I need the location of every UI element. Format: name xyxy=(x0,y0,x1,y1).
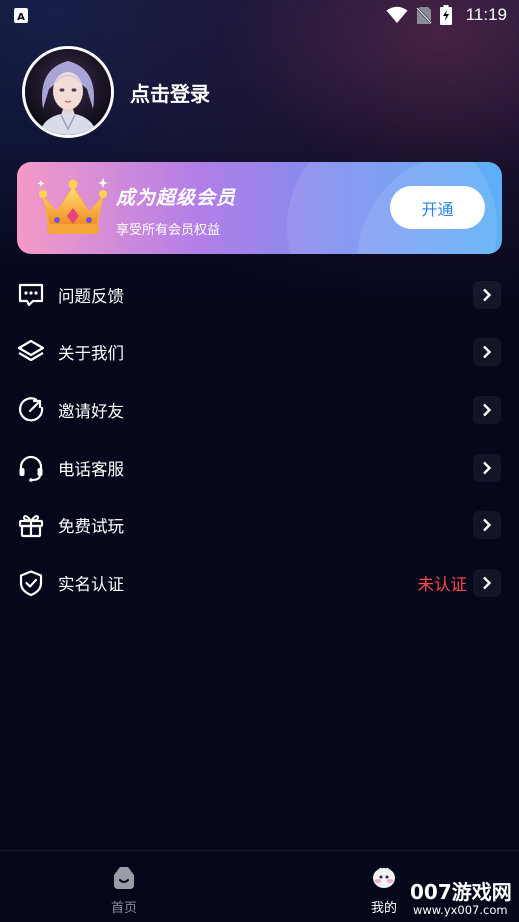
headset-icon xyxy=(17,454,45,482)
menu-item-label: 关于我们 xyxy=(58,344,124,364)
chevron-right-icon xyxy=(473,453,501,482)
chevron-right-icon xyxy=(473,338,501,367)
settings-menu: 问题反馈 关于我们 邀请好友 电话客服 免费试玩 实名认证 未认证 xyxy=(0,266,519,612)
menu-item-free-trial[interactable]: 免费试玩 xyxy=(0,496,519,554)
watermark-logo: 007游戏网 xyxy=(410,880,512,904)
profile-section[interactable]: 点击登录 xyxy=(22,46,210,138)
home-icon xyxy=(114,867,134,889)
profile-mascot-icon xyxy=(373,867,395,888)
menu-item-label: 实名认证 xyxy=(58,574,124,594)
menu-item-label: 电话客服 xyxy=(58,459,124,479)
battery-charging-icon xyxy=(439,5,452,25)
status-time: 11:19 xyxy=(465,5,507,24)
menu-item-label: 问题反馈 xyxy=(58,286,124,306)
menu-item-label: 免费试玩 xyxy=(58,517,124,537)
vip-banner[interactable]: 成为超级会员 享受所有会员权益 开通 xyxy=(17,162,502,254)
crown-icon xyxy=(37,178,108,234)
chevron-right-icon xyxy=(473,511,501,540)
tab-label: 我的 xyxy=(370,901,397,916)
menu-item-invite[interactable]: 邀请好友 xyxy=(0,381,519,439)
vip-open-button[interactable]: 开通 xyxy=(390,186,485,229)
login-prompt[interactable]: 点击登录 xyxy=(130,78,210,107)
gift-icon xyxy=(17,511,45,539)
watermark-url: www.yx007.com xyxy=(413,903,508,917)
chevron-right-icon xyxy=(473,395,501,424)
tab-mine[interactable]: 我的 xyxy=(370,863,398,916)
notification-app-icon: A xyxy=(14,7,28,23)
share-circle-icon xyxy=(17,396,45,424)
vip-subtitle: 享受所有会员权益 xyxy=(116,223,221,238)
chevron-right-icon xyxy=(473,568,501,597)
shield-icon xyxy=(17,569,45,597)
menu-item-feedback[interactable]: 问题反馈 xyxy=(0,266,519,324)
tab-home[interactable]: 首页 xyxy=(110,863,138,916)
verification-status: 未认证 xyxy=(417,574,468,594)
wifi-icon xyxy=(386,6,408,23)
chevron-right-icon xyxy=(473,280,501,309)
avatar[interactable] xyxy=(22,46,114,138)
tab-label: 首页 xyxy=(110,901,137,916)
menu-item-real-name-verification[interactable]: 实名认证 未认证 xyxy=(0,554,519,612)
layers-icon xyxy=(17,338,45,366)
menu-item-label: 邀请好友 xyxy=(58,401,124,421)
vip-title: 成为超级会员 xyxy=(116,187,237,209)
chat-icon xyxy=(17,281,45,309)
status-bar: A 11:19 xyxy=(0,0,519,30)
no-sim-icon xyxy=(415,6,432,24)
menu-item-phone-support[interactable]: 电话客服 xyxy=(0,439,519,497)
menu-item-about[interactable]: 关于我们 xyxy=(0,324,519,382)
